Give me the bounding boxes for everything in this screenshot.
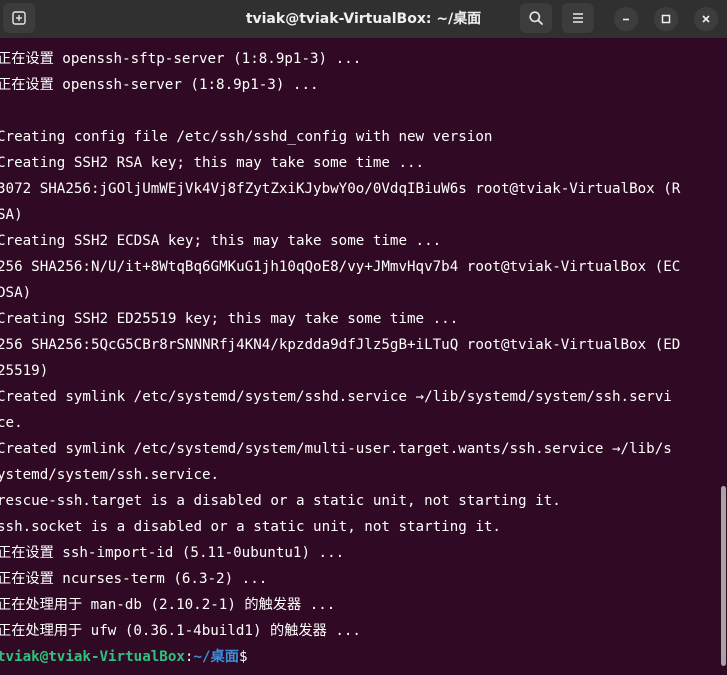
new-tab-button[interactable] <box>3 3 35 33</box>
search-button[interactable] <box>520 3 552 33</box>
terminal-line: Creating SSH2 ED25519 key; this may take… <box>0 311 459 327</box>
minimize-icon <box>623 18 629 21</box>
minimize-button[interactable] <box>614 7 638 31</box>
hamburger-menu-icon <box>573 13 583 23</box>
terminal-output[interactable]: 正在设置 openssh-sftp-server (1:8.9p1-3) ...… <box>0 46 719 671</box>
prompt-user-host: tviak@tviak-VirtualBox <box>0 649 185 665</box>
new-tab-icon <box>12 11 26 25</box>
maximize-icon <box>661 14 671 24</box>
scrollbar-thumb[interactable] <box>721 486 726 666</box>
terminal-line: Creating SSH2 RSA key; this may take som… <box>0 155 425 171</box>
shell-prompt[interactable]: tviak@tviak-VirtualBox:~/桌面$ <box>0 644 256 670</box>
terminal-line: Creating config file /etc/ssh/sshd_confi… <box>0 129 493 145</box>
terminal-line: 256 SHA256:5QcG5CBr8rSNNNRfj4KN4/kpzdda9… <box>0 337 681 353</box>
terminal-line: 正在设置 ssh-import-id (5.11-0ubuntu1) ... <box>0 545 345 561</box>
terminal-line: 正在处理用于 man-db (2.10.2-1) 的触发器 ... <box>0 597 336 613</box>
terminal-window: tviak@tviak-VirtualBox: ~/桌面 正在设置 openss… <box>0 0 727 675</box>
terminal-line: 正在设置 ncurses-term (6.3-2) ... <box>0 571 268 587</box>
search-icon <box>529 11 543 25</box>
terminal-line: ssh.socket is a disabled or a static uni… <box>0 519 501 535</box>
terminal-line: 正在处理用于 ufw (0.36.1-4build1) 的触发器 ... <box>0 623 361 639</box>
close-button[interactable] <box>694 7 718 31</box>
title-bar[interactable]: tviak@tviak-VirtualBox: ~/桌面 <box>0 0 727 38</box>
terminal-line: 正在设置 openssh-server (1:8.9p1-3) ... <box>0 77 319 93</box>
terminal-line: DSA) <box>0 285 32 301</box>
terminal-line: Created symlink /etc/systemd/system/mult… <box>0 441 672 457</box>
terminal-line: SA) <box>0 207 23 223</box>
prompt-symbol: $ <box>238 649 248 665</box>
terminal-line: Created symlink /etc/systemd/system/sshd… <box>0 389 672 405</box>
menu-button[interactable] <box>562 3 594 33</box>
maximize-button[interactable] <box>654 7 678 31</box>
terminal-line: rescue-ssh.target is a disabled or a sta… <box>0 493 561 509</box>
terminal-line: ystemd/system/ssh.service. <box>0 467 220 483</box>
terminal-line: 正在设置 openssh-sftp-server (1:8.9p1-3) ... <box>0 51 362 67</box>
close-icon <box>702 15 710 23</box>
text-cursor <box>247 647 256 664</box>
prompt-path: ~/桌面 <box>193 649 239 665</box>
terminal-line: 25519) <box>0 363 49 379</box>
terminal-line: Creating SSH2 ECDSA key; this may take s… <box>0 233 442 249</box>
terminal-line: ce. <box>0 415 23 431</box>
terminal-line: 3072 SHA256:jGOljUmWEjVk4Vj8fZytZxiKJybw… <box>0 181 681 197</box>
terminal-line: 256 SHA256:N/U/it+8WtqBq6GMKuG1jh10qQoE8… <box>0 259 681 275</box>
